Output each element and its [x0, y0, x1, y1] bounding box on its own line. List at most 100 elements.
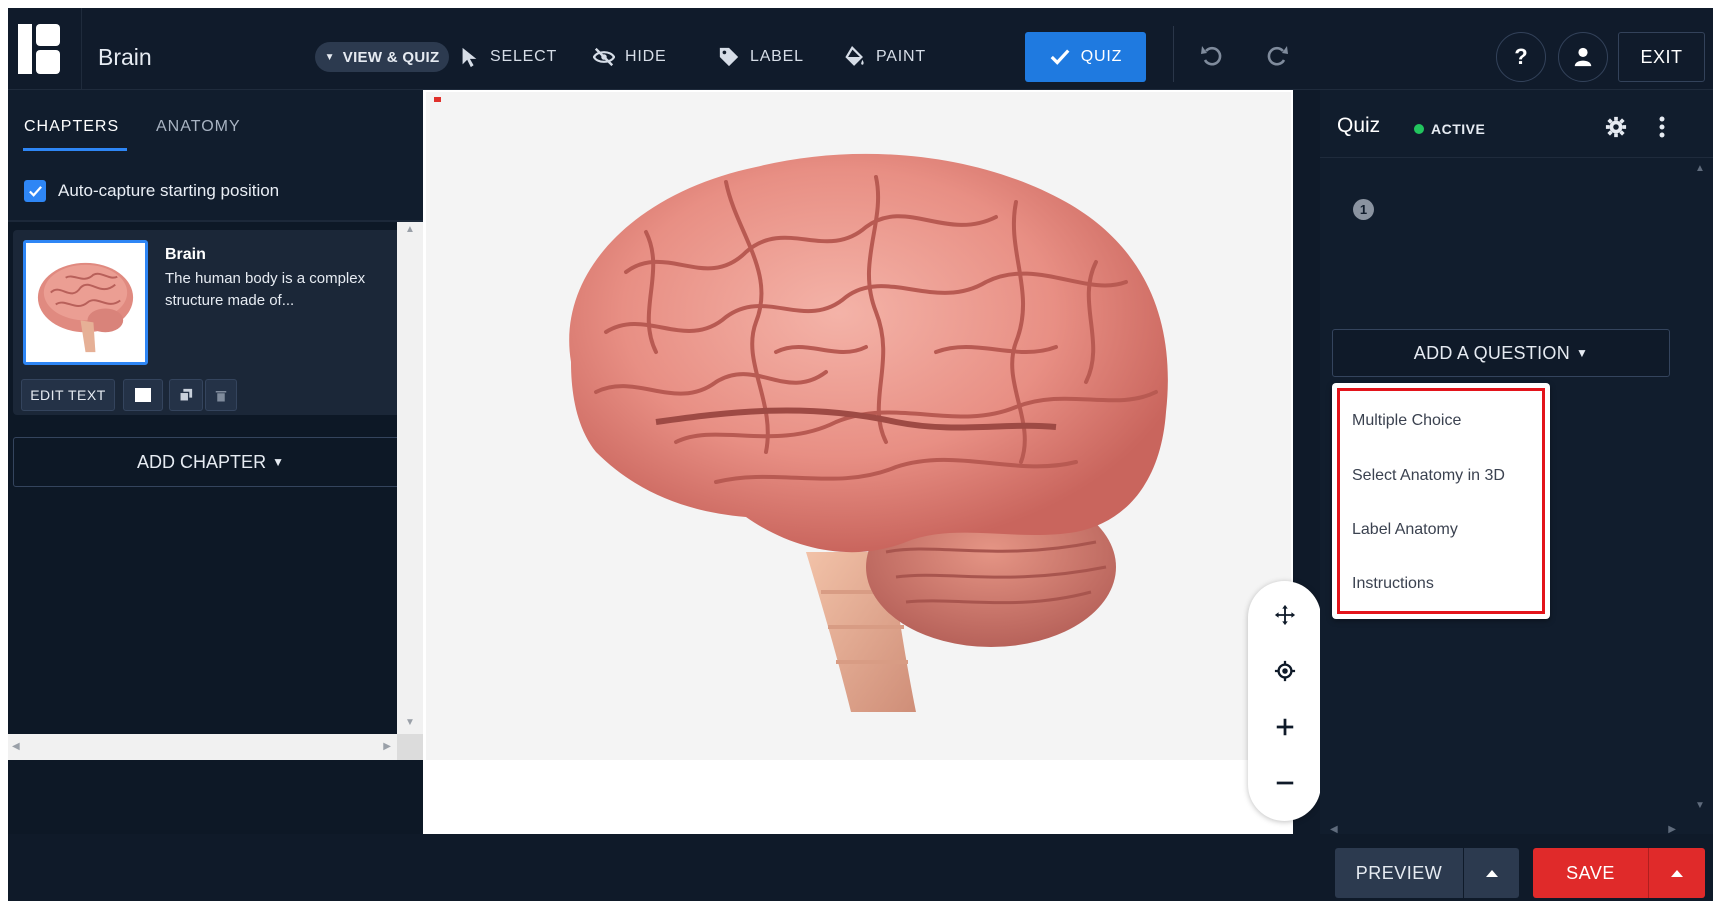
gear-icon[interactable]: [1605, 116, 1627, 138]
scroll-down-arrow-icon[interactable]: ▼: [405, 717, 415, 728]
hide-tool-button[interactable]: HIDE: [593, 32, 666, 82]
chapter-thumbnail[interactable]: [23, 240, 148, 365]
square-icon: [135, 388, 151, 402]
menu-item-select-anatomy[interactable]: Select Anatomy in 3D: [1352, 467, 1505, 485]
question-mark-icon: ?: [1514, 44, 1528, 69]
quiz-title: Quiz: [1337, 114, 1381, 137]
preview-options-button[interactable]: [1463, 848, 1519, 898]
add-question-button[interactable]: ADD A QUESTION ▼: [1332, 329, 1670, 377]
copy-icon: [179, 388, 193, 402]
account-button[interactable]: [1558, 32, 1608, 82]
caret-up-icon: [1485, 869, 1498, 877]
cursor-icon: [462, 47, 477, 68]
app-logo[interactable]: [16, 22, 62, 76]
scroll-right-arrow-icon[interactable]: ▶: [383, 741, 391, 752]
redo-button[interactable]: [1263, 42, 1291, 70]
delete-chapter-button[interactable]: [205, 379, 237, 411]
zoom-out-button[interactable]: [1248, 755, 1321, 811]
scroll-down-arrow-icon[interactable]: ▼: [1695, 800, 1705, 811]
caret-down-icon: ▼: [324, 51, 335, 63]
scroll-left-arrow-icon[interactable]: ◀: [12, 741, 20, 752]
hide-tool-label: HIDE: [625, 48, 667, 65]
recenter-button[interactable]: [1248, 643, 1321, 699]
save-button[interactable]: SAVE: [1533, 848, 1648, 898]
model-canvas[interactable]: [426, 92, 1291, 760]
quiz-tool-button[interactable]: QUIZ: [1025, 32, 1146, 82]
quiz-panel: Quiz ACTIVE 1 ADD A QUESTION ▼ Multiple …: [1320, 90, 1713, 841]
chapter-card[interactable]: Brain The human body is a complex struct…: [13, 230, 408, 415]
add-question-label: ADD A QUESTION: [1413, 342, 1571, 363]
preview-button-group: PREVIEW: [1335, 848, 1519, 898]
quiz-content: 1 ADD A QUESTION ▼ Multiple Choice Selec…: [1320, 159, 1680, 819]
tab-chapters[interactable]: CHAPTERS: [24, 118, 119, 136]
set-thumbnail-button[interactable]: [123, 379, 163, 411]
question-number-badge: 1: [1353, 199, 1374, 220]
undo-button[interactable]: [1198, 42, 1226, 70]
user-icon: [1574, 47, 1592, 67]
3d-viewport[interactable]: [423, 90, 1293, 834]
chapter-description: The human body is a complex structure ma…: [165, 270, 366, 309]
app-window: Brain ▼ VIEW & QUIZ SELECT HIDE LABEL PA…: [8, 8, 1713, 901]
mode-label: VIEW & QUIZ: [342, 48, 440, 66]
eye-slash-icon: [593, 47, 615, 67]
chevron-down-icon: ▼: [272, 455, 284, 469]
menu-item-multiple-choice[interactable]: Multiple Choice: [1352, 412, 1461, 430]
auto-capture-label: Auto-capture starting position: [58, 181, 280, 200]
left-panel: CHAPTERS ANATOMY Auto-capture starting p…: [8, 90, 423, 834]
left-horizontal-scrollbar[interactable]: ◀ ▶: [8, 734, 397, 760]
pan-button[interactable]: [1248, 587, 1321, 643]
left-tabs: CHAPTERS ANATOMY: [8, 90, 423, 160]
label-tool-button[interactable]: LABEL: [718, 32, 804, 82]
paint-tool-label: PAINT: [876, 48, 926, 65]
brain-thumbnail-image: [37, 262, 134, 353]
minus-icon: [1276, 781, 1293, 785]
caret-up-icon: [1671, 869, 1683, 877]
quiz-header: Quiz ACTIVE: [1320, 90, 1713, 158]
tab-anatomy[interactable]: ANATOMY: [156, 118, 241, 136]
menu-item-label-anatomy[interactable]: Label Anatomy: [1352, 521, 1458, 539]
more-options-icon[interactable]: [1659, 116, 1665, 138]
active-tab-indicator: [23, 148, 127, 151]
checkmark-icon: [28, 185, 42, 197]
duplicate-chapter-button[interactable]: [169, 379, 203, 411]
label-tool-label: LABEL: [750, 48, 804, 65]
auto-capture-checkbox[interactable]: [24, 180, 46, 202]
paint-bucket-icon: [845, 46, 864, 66]
tag-icon: [719, 47, 739, 67]
save-options-button[interactable]: [1648, 848, 1705, 898]
chevron-down-icon: ▼: [1576, 346, 1589, 360]
logo-divider: [81, 8, 82, 90]
status-dot-icon: [1414, 124, 1424, 134]
quiz-status-label: ACTIVE: [1431, 121, 1486, 137]
select-tool-button[interactable]: SELECT: [458, 32, 557, 82]
save-button-group: SAVE: [1533, 848, 1705, 898]
plus-icon: [1276, 718, 1293, 736]
question-type-menu: Multiple Choice Select Anatomy in 3D Lab…: [1332, 383, 1550, 619]
add-chapter-button[interactable]: ADD CHAPTER ▼: [13, 437, 408, 487]
right-vertical-scrollbar[interactable]: ▲ ▼: [1686, 159, 1713, 819]
scroll-up-arrow-icon[interactable]: ▲: [405, 224, 415, 235]
brain-model-image[interactable]: [476, 122, 1246, 742]
edit-text-button[interactable]: EDIT TEXT: [21, 379, 115, 411]
check-icon: [1050, 49, 1070, 65]
crosshair-icon: [1274, 660, 1295, 682]
scroll-up-arrow-icon[interactable]: ▲: [1695, 163, 1705, 174]
zoom-in-button[interactable]: [1248, 699, 1321, 755]
quiz-tool-label: QUIZ: [1080, 48, 1123, 65]
select-tool-label: SELECT: [490, 48, 558, 65]
menu-item-instructions[interactable]: Instructions: [1352, 575, 1434, 593]
add-chapter-label: ADD CHAPTER: [137, 451, 267, 472]
chapter-title: Brain: [165, 246, 206, 263]
undo-icon: [1201, 46, 1222, 66]
toolbar-divider: [1173, 26, 1174, 82]
quiz-status-badge: ACTIVE: [1414, 121, 1485, 137]
left-vertical-scrollbar[interactable]: ▲ ▼: [397, 222, 423, 734]
preview-button[interactable]: PREVIEW: [1335, 848, 1463, 898]
paint-tool-button[interactable]: PAINT: [844, 32, 926, 82]
help-button[interactable]: ?: [1496, 32, 1546, 82]
auto-capture-option[interactable]: Auto-capture starting position: [24, 180, 279, 202]
exit-button[interactable]: EXIT: [1618, 32, 1705, 82]
camera-controls: [1248, 581, 1321, 821]
bottom-action-bar: PREVIEW SAVE: [8, 834, 1713, 901]
view-quiz-mode-button[interactable]: ▼ VIEW & QUIZ: [315, 42, 449, 72]
